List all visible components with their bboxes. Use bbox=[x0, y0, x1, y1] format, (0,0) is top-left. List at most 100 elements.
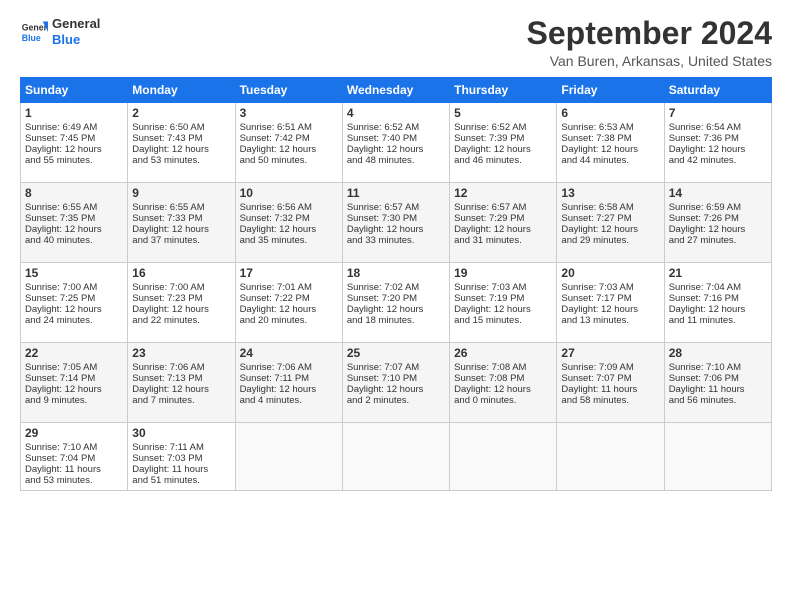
table-row: 16Sunrise: 7:00 AMSunset: 7:23 PMDayligh… bbox=[128, 263, 235, 343]
day-info: and 37 minutes. bbox=[132, 235, 230, 246]
day-info: Sunrise: 6:51 AM bbox=[240, 122, 338, 133]
calendar: Sunday Monday Tuesday Wednesday Thursday… bbox=[20, 77, 772, 491]
day-info: Sunset: 7:45 PM bbox=[25, 133, 123, 144]
day-info: Daylight: 11 hours bbox=[669, 384, 767, 395]
day-info: and 42 minutes. bbox=[669, 155, 767, 166]
day-number: 3 bbox=[240, 106, 338, 120]
table-row: 10Sunrise: 6:56 AMSunset: 7:32 PMDayligh… bbox=[235, 183, 342, 263]
day-info: Sunset: 7:30 PM bbox=[347, 213, 445, 224]
day-number: 16 bbox=[132, 266, 230, 280]
day-info: and 13 minutes. bbox=[561, 315, 659, 326]
day-info: Sunset: 7:32 PM bbox=[240, 213, 338, 224]
day-info: and 58 minutes. bbox=[561, 395, 659, 406]
day-info: Daylight: 12 hours bbox=[454, 384, 552, 395]
day-info: Daylight: 12 hours bbox=[25, 384, 123, 395]
day-info: Daylight: 12 hours bbox=[347, 144, 445, 155]
day-info: and 29 minutes. bbox=[561, 235, 659, 246]
day-info: Daylight: 11 hours bbox=[561, 384, 659, 395]
day-info: Sunset: 7:14 PM bbox=[25, 373, 123, 384]
table-row: 15Sunrise: 7:00 AMSunset: 7:25 PMDayligh… bbox=[21, 263, 128, 343]
day-info: and 7 minutes. bbox=[132, 395, 230, 406]
day-number: 8 bbox=[25, 186, 123, 200]
table-row: 3Sunrise: 6:51 AMSunset: 7:42 PMDaylight… bbox=[235, 103, 342, 183]
day-info: Sunrise: 7:06 AM bbox=[132, 362, 230, 373]
day-info: Sunrise: 7:02 AM bbox=[347, 282, 445, 293]
table-row bbox=[235, 423, 342, 491]
table-row: 29Sunrise: 7:10 AMSunset: 7:04 PMDayligh… bbox=[21, 423, 128, 491]
day-info: Sunset: 7:27 PM bbox=[561, 213, 659, 224]
col-sunday: Sunday bbox=[21, 78, 128, 103]
day-info: Daylight: 12 hours bbox=[669, 224, 767, 235]
day-number: 27 bbox=[561, 346, 659, 360]
table-row: 22Sunrise: 7:05 AMSunset: 7:14 PMDayligh… bbox=[21, 343, 128, 423]
location-title: Van Buren, Arkansas, United States bbox=[527, 53, 772, 69]
table-row: 21Sunrise: 7:04 AMSunset: 7:16 PMDayligh… bbox=[664, 263, 771, 343]
day-info: and 22 minutes. bbox=[132, 315, 230, 326]
day-info: Sunset: 7:13 PM bbox=[132, 373, 230, 384]
day-info: and 44 minutes. bbox=[561, 155, 659, 166]
table-row bbox=[450, 423, 557, 491]
day-number: 18 bbox=[347, 266, 445, 280]
svg-text:Blue: Blue bbox=[22, 32, 41, 42]
day-info: Sunrise: 7:00 AM bbox=[25, 282, 123, 293]
day-info: Sunset: 7:42 PM bbox=[240, 133, 338, 144]
table-row: 20Sunrise: 7:03 AMSunset: 7:17 PMDayligh… bbox=[557, 263, 664, 343]
day-info: Sunset: 7:20 PM bbox=[347, 293, 445, 304]
day-info: Sunrise: 6:52 AM bbox=[347, 122, 445, 133]
day-number: 13 bbox=[561, 186, 659, 200]
col-thursday: Thursday bbox=[450, 78, 557, 103]
day-info: and 24 minutes. bbox=[25, 315, 123, 326]
day-info: and 9 minutes. bbox=[25, 395, 123, 406]
day-number: 2 bbox=[132, 106, 230, 120]
day-info: and 48 minutes. bbox=[347, 155, 445, 166]
day-info: Sunset: 7:08 PM bbox=[454, 373, 552, 384]
day-info: Sunrise: 6:50 AM bbox=[132, 122, 230, 133]
day-info: Daylight: 12 hours bbox=[25, 304, 123, 315]
table-row: 1Sunrise: 6:49 AMSunset: 7:45 PMDaylight… bbox=[21, 103, 128, 183]
day-info: Sunrise: 6:53 AM bbox=[561, 122, 659, 133]
day-number: 19 bbox=[454, 266, 552, 280]
day-number: 30 bbox=[132, 426, 230, 440]
day-info: and 31 minutes. bbox=[454, 235, 552, 246]
day-info: and 27 minutes. bbox=[669, 235, 767, 246]
day-info: Sunrise: 7:06 AM bbox=[240, 362, 338, 373]
day-number: 23 bbox=[132, 346, 230, 360]
day-info: and 2 minutes. bbox=[347, 395, 445, 406]
table-row: 11Sunrise: 6:57 AMSunset: 7:30 PMDayligh… bbox=[342, 183, 449, 263]
table-row: 8Sunrise: 6:55 AMSunset: 7:35 PMDaylight… bbox=[21, 183, 128, 263]
table-row: 28Sunrise: 7:10 AMSunset: 7:06 PMDayligh… bbox=[664, 343, 771, 423]
table-row: 24Sunrise: 7:06 AMSunset: 7:11 PMDayligh… bbox=[235, 343, 342, 423]
day-info: Daylight: 12 hours bbox=[561, 144, 659, 155]
day-info: Sunset: 7:23 PM bbox=[132, 293, 230, 304]
table-row: 13Sunrise: 6:58 AMSunset: 7:27 PMDayligh… bbox=[557, 183, 664, 263]
day-info: Sunset: 7:36 PM bbox=[669, 133, 767, 144]
day-info: Daylight: 12 hours bbox=[454, 144, 552, 155]
day-info: Sunset: 7:29 PM bbox=[454, 213, 552, 224]
day-info: Daylight: 12 hours bbox=[240, 304, 338, 315]
table-row bbox=[557, 423, 664, 491]
logo-text: General Blue bbox=[52, 16, 100, 47]
day-info: Daylight: 12 hours bbox=[669, 144, 767, 155]
day-info: Sunrise: 7:01 AM bbox=[240, 282, 338, 293]
page: General Blue General Blue September 2024… bbox=[0, 0, 792, 612]
day-info: Sunrise: 7:04 AM bbox=[669, 282, 767, 293]
day-info: Sunset: 7:06 PM bbox=[669, 373, 767, 384]
day-info: and 20 minutes. bbox=[240, 315, 338, 326]
table-row: 25Sunrise: 7:07 AMSunset: 7:10 PMDayligh… bbox=[342, 343, 449, 423]
day-info: Sunset: 7:39 PM bbox=[454, 133, 552, 144]
day-info: Sunrise: 7:05 AM bbox=[25, 362, 123, 373]
day-number: 29 bbox=[25, 426, 123, 440]
day-info: Daylight: 12 hours bbox=[561, 224, 659, 235]
day-info: Daylight: 11 hours bbox=[132, 464, 230, 475]
day-info: Sunrise: 7:11 AM bbox=[132, 442, 230, 453]
day-info: Daylight: 12 hours bbox=[347, 224, 445, 235]
day-info: and 50 minutes. bbox=[240, 155, 338, 166]
day-info: Daylight: 12 hours bbox=[347, 304, 445, 315]
day-info: and 0 minutes. bbox=[454, 395, 552, 406]
day-info: Sunset: 7:19 PM bbox=[454, 293, 552, 304]
day-info: Sunrise: 6:55 AM bbox=[132, 202, 230, 213]
table-row: 27Sunrise: 7:09 AMSunset: 7:07 PMDayligh… bbox=[557, 343, 664, 423]
day-info: Daylight: 12 hours bbox=[454, 224, 552, 235]
col-saturday: Saturday bbox=[664, 78, 771, 103]
day-info: Sunrise: 6:49 AM bbox=[25, 122, 123, 133]
